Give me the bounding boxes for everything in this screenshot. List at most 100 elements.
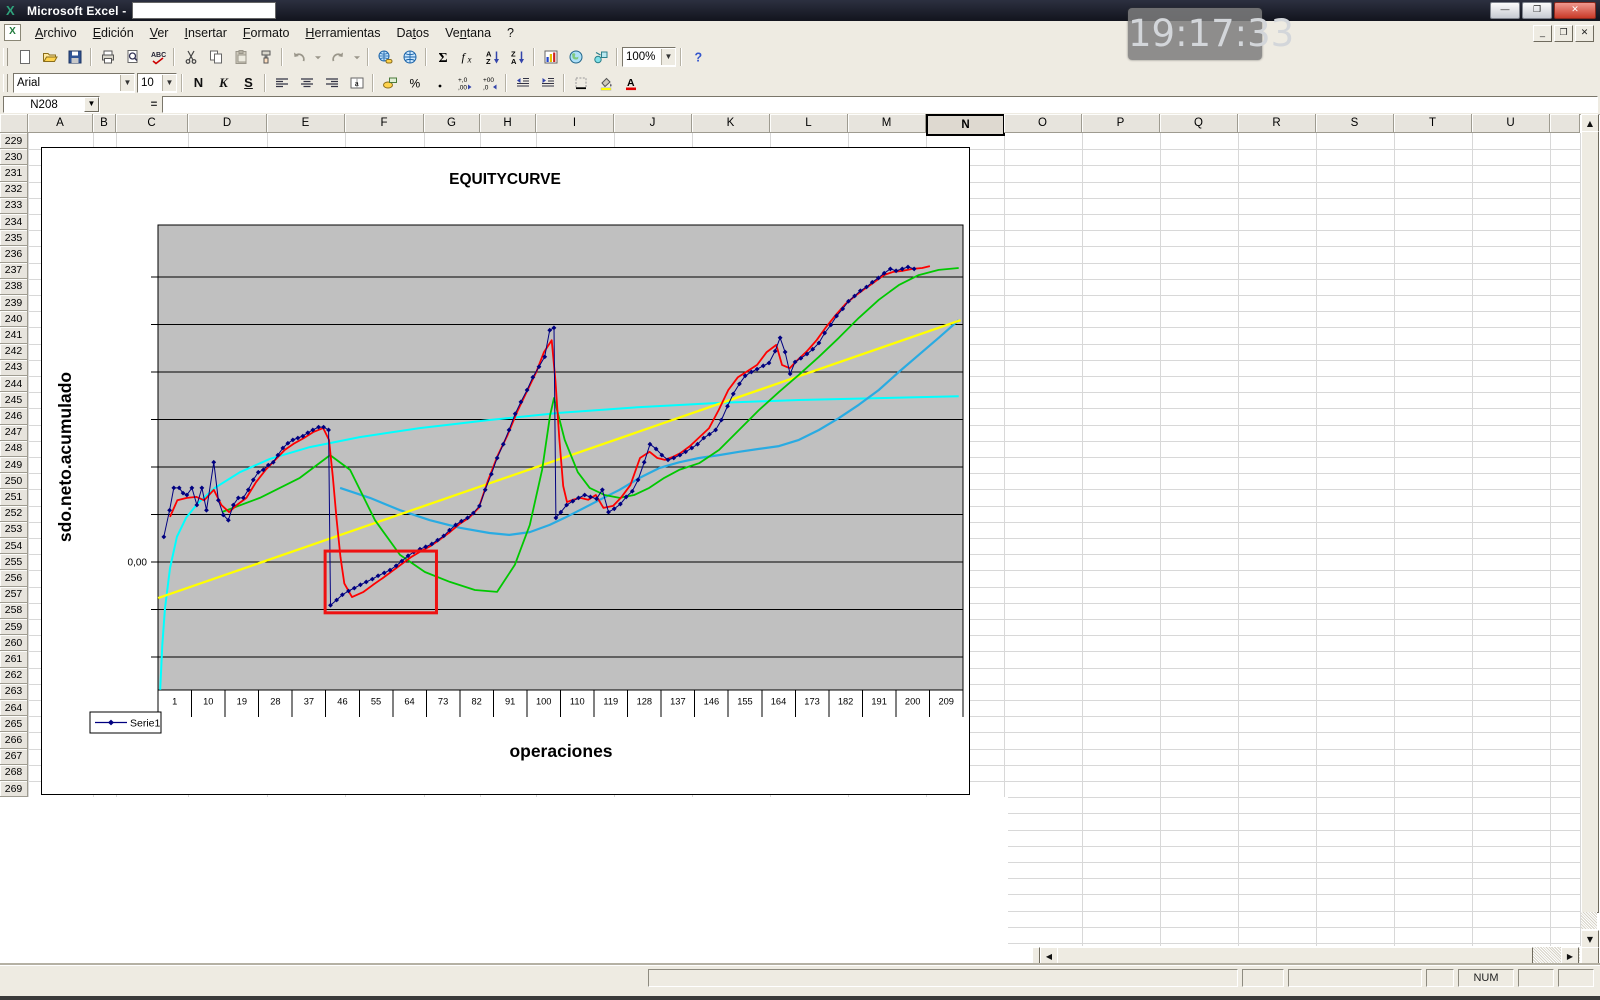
decrease-indent-button[interactable]	[510, 71, 535, 95]
percent-style-button[interactable]: %	[402, 71, 427, 95]
align-left-button[interactable]	[269, 71, 294, 95]
font-name-combo[interactable]: Arial▼	[13, 73, 135, 93]
close-button[interactable]: ✕	[1554, 2, 1596, 19]
zoom-dropdown-icon[interactable]: ▼	[661, 49, 675, 65]
column-header-K[interactable]: K	[692, 114, 770, 133]
row-header-263[interactable]: 263	[0, 684, 28, 700]
row-header-230[interactable]: 230	[0, 149, 28, 165]
increase-decimal-button[interactable]: +,0,00	[452, 71, 477, 95]
print-preview-button[interactable]	[120, 45, 145, 69]
fill-color-button[interactable]	[593, 71, 618, 95]
row-header-242[interactable]: 242	[0, 344, 28, 360]
font-color-button[interactable]: A	[618, 71, 643, 95]
row-header-256[interactable]: 256	[0, 570, 28, 586]
align-right-button[interactable]	[319, 71, 344, 95]
scroll-right-button[interactable]: ▶	[1561, 947, 1579, 966]
column-header-R[interactable]: R	[1238, 114, 1316, 133]
row-header-267[interactable]: 267	[0, 749, 28, 765]
restore-window-button[interactable]: ❐	[1554, 25, 1573, 42]
row-header-246[interactable]: 246	[0, 408, 28, 424]
help-button[interactable]: ?	[685, 45, 710, 69]
row-header-235[interactable]: 235	[0, 230, 28, 246]
horizontal-scroll-thumb[interactable]	[1057, 947, 1533, 966]
borders-button[interactable]	[568, 71, 593, 95]
row-header-269[interactable]: 269	[0, 781, 28, 797]
cut-button[interactable]	[178, 45, 203, 69]
menu-item-?[interactable]: ?	[499, 23, 522, 43]
column-header-E[interactable]: E	[267, 114, 345, 133]
vertical-scroll-thumb[interactable]	[1581, 131, 1599, 913]
spelling-button[interactable]: ABC	[145, 45, 170, 69]
scroll-down-button[interactable]: ▼	[1581, 930, 1599, 948]
formula-input[interactable]	[162, 96, 1598, 113]
row-header-248[interactable]: 248	[0, 441, 28, 457]
format-painter-button[interactable]	[253, 45, 278, 69]
tab-split-handle[interactable]	[1032, 947, 1040, 966]
web-toolbar-button[interactable]	[397, 45, 422, 69]
row-header-243[interactable]: 243	[0, 360, 28, 376]
scroll-up-button[interactable]: ▲	[1581, 114, 1599, 132]
column-header-A[interactable]: A	[28, 114, 93, 133]
menu-item-edicin[interactable]: Edición	[85, 23, 142, 43]
redo-dropdown-button[interactable]	[350, 45, 364, 69]
row-header-250[interactable]: 250	[0, 473, 28, 489]
column-header-M[interactable]: M	[848, 114, 926, 133]
row-header-257[interactable]: 257	[0, 587, 28, 603]
row-header-240[interactable]: 240	[0, 311, 28, 327]
row-header-245[interactable]: 245	[0, 392, 28, 408]
paste-button[interactable]	[228, 45, 253, 69]
row-header-258[interactable]: 258	[0, 603, 28, 619]
row-header-247[interactable]: 247	[0, 425, 28, 441]
font-size-combo[interactable]: 10▼	[137, 73, 177, 93]
row-header-241[interactable]: 241	[0, 327, 28, 343]
column-header-G[interactable]: G	[424, 114, 480, 133]
copy-button[interactable]	[203, 45, 228, 69]
row-header-265[interactable]: 265	[0, 716, 28, 732]
row-header-268[interactable]: 268	[0, 765, 28, 781]
print-button[interactable]	[95, 45, 120, 69]
row-header-237[interactable]: 237	[0, 263, 28, 279]
font-dropdown-icon[interactable]: ▼	[120, 75, 134, 91]
column-header-O[interactable]: O	[1004, 114, 1082, 133]
new-button[interactable]	[12, 45, 37, 69]
menu-item-formato[interactable]: Formato	[235, 23, 298, 43]
decrease-decimal-button[interactable]: +00,0	[477, 71, 502, 95]
italic-button[interactable]: K	[211, 71, 236, 95]
menu-item-herramientas[interactable]: Herramientas	[297, 23, 388, 43]
menu-item-archivo[interactable]: Archivo	[27, 23, 85, 43]
size-dropdown-icon[interactable]: ▼	[162, 75, 176, 91]
merge-center-button[interactable]: a	[344, 71, 369, 95]
workbook-icon[interactable]: X	[4, 24, 21, 41]
menu-item-insertar[interactable]: Insertar	[176, 23, 234, 43]
menu-item-datos[interactable]: Datos	[388, 23, 437, 43]
column-header-N[interactable]: N	[926, 114, 1005, 136]
row-header-255[interactable]: 255	[0, 554, 28, 570]
vertical-scroll-track[interactable]	[1581, 912, 1597, 929]
row-header-260[interactable]: 260	[0, 635, 28, 651]
menu-item-ver[interactable]: Ver	[142, 23, 177, 43]
row-header-261[interactable]: 261	[0, 651, 28, 667]
row-header-239[interactable]: 239	[0, 295, 28, 311]
redo-button[interactable]	[325, 45, 350, 69]
column-header-partial[interactable]	[1550, 114, 1580, 133]
insert-hyperlink-button[interactable]	[372, 45, 397, 69]
chart-wizard-button[interactable]	[538, 45, 563, 69]
row-header-264[interactable]: 264	[0, 700, 28, 716]
column-header-P[interactable]: P	[1082, 114, 1160, 133]
map-button[interactable]	[563, 45, 588, 69]
column-header-H[interactable]: H	[480, 114, 536, 133]
column-header-J[interactable]: J	[614, 114, 692, 133]
row-header-251[interactable]: 251	[0, 489, 28, 505]
zoom-combo[interactable]: 100%▼	[622, 47, 676, 67]
row-header-238[interactable]: 238	[0, 279, 28, 295]
minimize-button[interactable]: —	[1490, 2, 1520, 19]
row-header-234[interactable]: 234	[0, 214, 28, 230]
autosum-button[interactable]: Σ	[430, 45, 455, 69]
sort-descending-button[interactable]: ZA	[505, 45, 530, 69]
column-header-F[interactable]: F	[345, 114, 424, 133]
row-header-262[interactable]: 262	[0, 668, 28, 684]
align-center-button[interactable]	[294, 71, 319, 95]
column-header-B[interactable]: B	[93, 114, 116, 133]
name-box-dropdown-icon[interactable]: ▼	[84, 97, 99, 112]
save-button[interactable]	[62, 45, 87, 69]
